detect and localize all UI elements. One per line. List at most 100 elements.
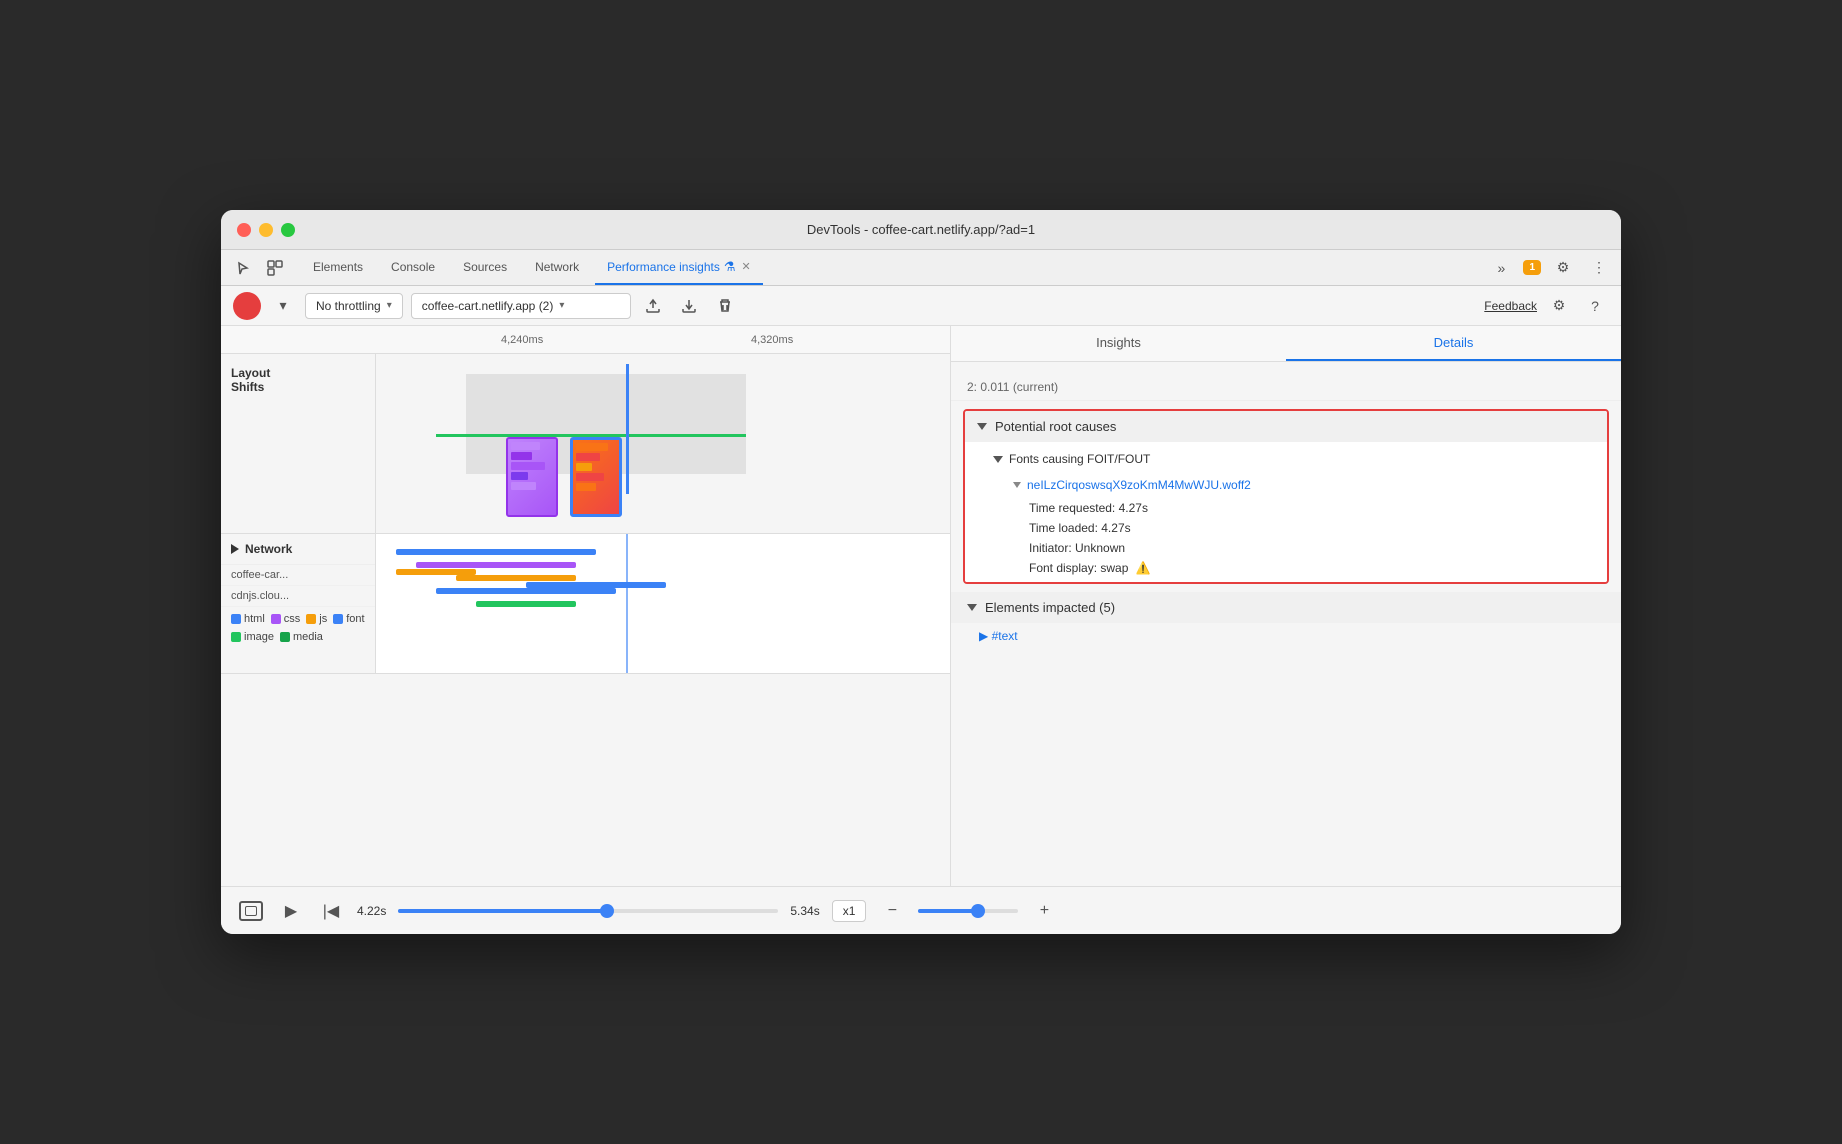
legend-html: html	[231, 613, 265, 625]
js-color	[306, 614, 316, 624]
network-sub2: cdnjs.clou...	[221, 586, 375, 607]
devtools-window: DevTools - coffee-cart.netlify.app/?ad=1…	[221, 210, 1621, 934]
network-expand-icon[interactable]	[231, 544, 239, 554]
devtools-tabs-bar: Elements Console Sources Network Perform…	[221, 250, 1621, 286]
layout-shifts-content	[376, 354, 950, 533]
tab-performance-insights[interactable]: Performance insights ⚗ ✕	[595, 250, 763, 285]
record-button[interactable]	[233, 292, 261, 320]
right-panel: Insights Details 2: 0.011 (current) Pote…	[951, 326, 1621, 886]
url-dropdown[interactable]: coffee-cart.netlify.app (2) ▾	[411, 293, 631, 319]
slider-thumb[interactable]	[600, 904, 614, 918]
help-icon[interactable]: ?	[1581, 292, 1609, 320]
tab-insights[interactable]: Insights	[951, 326, 1286, 361]
legend-row: html css js font	[221, 607, 375, 649]
network-timeline-content	[376, 534, 950, 673]
elements-section: Elements impacted (5) ▶ #text	[951, 592, 1621, 649]
zoom-slider[interactable]	[918, 909, 1018, 913]
notification-badge: 1	[1523, 260, 1541, 275]
expand-fonts-icon	[993, 456, 1003, 463]
main-content: 4,240ms 4,320ms Layout Shifts	[221, 326, 1621, 886]
tab-network[interactable]: Network	[523, 250, 591, 285]
hash-text[interactable]: ▶ #text	[951, 623, 1621, 649]
elements-impacted-header[interactable]: Elements impacted (5)	[951, 592, 1621, 623]
thumbnail-2	[570, 437, 622, 517]
highlighted-section: Potential root causes Fonts causing FOIT…	[963, 409, 1609, 584]
inspect-icon[interactable]	[261, 254, 289, 282]
layout-shifts-row: Layout Shifts	[221, 354, 950, 534]
import-icon[interactable]	[675, 292, 703, 320]
elements-impacted-label: Elements impacted (5)	[985, 600, 1115, 615]
throttling-dropdown[interactable]: No throttling ▾	[305, 293, 403, 319]
throttling-label: No throttling	[316, 299, 381, 313]
zoom-out-button[interactable]: −	[878, 897, 906, 925]
potential-root-causes-header[interactable]: Potential root causes	[965, 411, 1607, 442]
tab-console[interactable]: Console	[379, 250, 447, 285]
font-link-row: neILzCirqoswsqX9zoKmM4MwWJU.woff2	[993, 472, 1591, 498]
speed-control[interactable]: x1	[832, 900, 867, 922]
expand-elements-icon	[967, 604, 977, 611]
flask-icon: ⚗	[724, 259, 736, 275]
tab-elements[interactable]: Elements	[301, 250, 375, 285]
panel-content: 2: 0.011 (current) Potential root causes…	[951, 362, 1621, 886]
legend-js: js	[306, 613, 327, 625]
thumbnail-container	[506, 437, 622, 517]
title-bar: DevTools - coffee-cart.netlify.app/?ad=1	[221, 210, 1621, 250]
network-label-area: Network coffee-car... cdnjs.clou... html…	[221, 534, 376, 673]
throttling-chevron-icon: ▾	[387, 300, 392, 311]
slider-fill	[398, 909, 607, 913]
tab-close-icon[interactable]: ✕	[741, 260, 750, 273]
image-color	[231, 632, 241, 642]
more-tabs-icon[interactable]: »	[1487, 254, 1515, 282]
export-icon[interactable]	[639, 292, 667, 320]
maximize-button[interactable]	[281, 223, 295, 237]
font-file-link[interactable]: neILzCirqoswsqX9zoKmM4MwWJU.woff2	[1027, 478, 1251, 492]
warning-icon: ⚠️	[1136, 561, 1151, 575]
minimize-button[interactable]	[259, 223, 273, 237]
close-button[interactable]	[237, 223, 251, 237]
fonts-causing-header[interactable]: Fonts causing FOIT/FOUT	[993, 446, 1591, 472]
time-end: 5.34s	[790, 904, 819, 918]
url-chevron-icon: ▾	[559, 300, 564, 311]
legend-media: media	[280, 631, 323, 643]
font-color	[333, 614, 343, 624]
time-start: 4.22s	[357, 904, 386, 918]
potential-root-causes-label: Potential root causes	[995, 419, 1116, 434]
timeline-ruler: 4,240ms 4,320ms	[221, 326, 950, 354]
screenshot-icon	[239, 901, 263, 921]
legend-css: css	[271, 613, 301, 625]
thumbnail-1	[506, 437, 558, 517]
tab-details[interactable]: Details	[1286, 326, 1621, 361]
skip-to-start-button[interactable]: |◀	[317, 897, 345, 925]
toolbar: ▾ No throttling ▾ coffee-cart.netlify.ap…	[221, 286, 1621, 326]
screenshot-button[interactable]	[237, 897, 265, 925]
expand-font-icon	[1013, 482, 1021, 488]
tab-icons-left	[229, 254, 289, 282]
left-panel: 4,240ms 4,320ms Layout Shifts	[221, 326, 951, 886]
zoom-in-button[interactable]: +	[1030, 897, 1058, 925]
bottom-bar: ▶ |◀ 4.22s 5.34s x1 − +	[221, 886, 1621, 934]
play-button[interactable]: ▶	[277, 897, 305, 925]
ruler-mark-2: 4,320ms	[751, 334, 793, 346]
html-color	[231, 614, 241, 624]
url-label: coffee-cart.netlify.app (2)	[422, 299, 554, 313]
ruler-mark-1: 4,240ms	[501, 334, 543, 346]
layout-shifts-label: Layout Shifts	[221, 354, 376, 533]
css-color	[271, 614, 281, 624]
more-menu-icon[interactable]: ⋮	[1585, 254, 1613, 282]
panel-tabs: Insights Details	[951, 326, 1621, 362]
media-color	[280, 632, 290, 642]
tab-icons-right: » 1 ⚙ ⋮	[1487, 254, 1613, 282]
timeline-slider[interactable]	[398, 909, 778, 913]
tab-sources[interactable]: Sources	[451, 250, 519, 285]
delete-icon[interactable]	[711, 292, 739, 320]
settings-icon-toolbar[interactable]: ⚙	[1545, 292, 1573, 320]
network-sub1: coffee-car...	[221, 565, 375, 586]
zoom-thumb[interactable]	[971, 904, 985, 918]
current-version-text: 2: 0.011 (current)	[951, 374, 1621, 401]
legend-font: font	[333, 613, 364, 625]
initiator: Initiator: Unknown	[993, 538, 1591, 558]
feedback-link[interactable]: Feedback	[1484, 299, 1537, 313]
settings-icon[interactable]: ⚙	[1549, 254, 1577, 282]
cursor-icon[interactable]	[229, 254, 257, 282]
record-dropdown-icon[interactable]: ▾	[269, 292, 297, 320]
